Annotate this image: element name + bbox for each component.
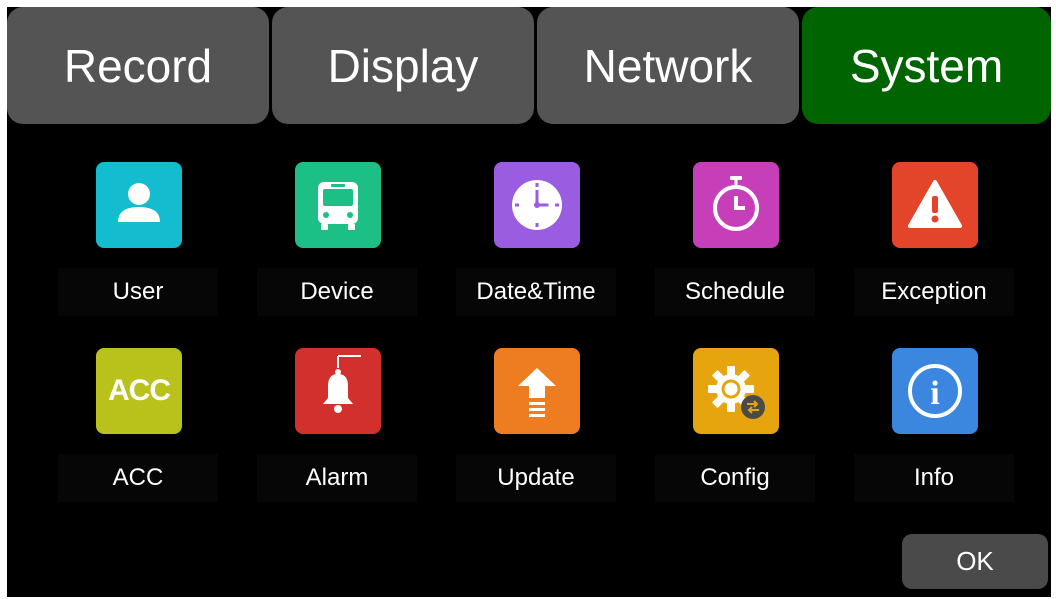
- tab-network-label: Network: [583, 39, 753, 92]
- info-icon-text: i: [930, 375, 939, 412]
- user-label: User: [58, 268, 218, 316]
- exception-label: Exception: [854, 268, 1014, 316]
- gear-icon: [693, 348, 779, 434]
- info-icon: i: [892, 348, 978, 434]
- alarm-item[interactable]: Alarm: [257, 348, 417, 502]
- system-menu-screen: Record Display Network System User Devic…: [7, 7, 1051, 597]
- datetime-item[interactable]: Date&Time: [456, 162, 616, 316]
- upload-arrow-icon: [494, 348, 580, 434]
- user-item[interactable]: User: [58, 162, 218, 316]
- stopwatch-icon: [693, 162, 779, 248]
- warning-icon: [892, 162, 978, 248]
- config-label: Config: [655, 454, 815, 502]
- ok-button-label: OK: [956, 546, 994, 576]
- acc-label: ACC: [58, 454, 218, 502]
- schedule-item[interactable]: Schedule: [655, 162, 815, 316]
- bus-icon: [295, 162, 381, 248]
- ok-button[interactable]: OK: [902, 534, 1048, 589]
- acc-icon: ACC: [96, 348, 182, 434]
- info-label: Info: [854, 454, 1014, 502]
- schedule-label: Schedule: [655, 268, 815, 316]
- info-item[interactable]: i Info: [854, 348, 1014, 502]
- user-icon: [96, 162, 182, 248]
- update-label: Update: [456, 454, 616, 502]
- acc-item[interactable]: ACC ACC: [58, 348, 218, 502]
- datetime-label: Date&Time: [456, 268, 616, 316]
- tab-system-label: System: [849, 39, 1004, 92]
- tab-display[interactable]: Display: [272, 7, 534, 124]
- tab-record[interactable]: Record: [7, 7, 269, 124]
- device-item[interactable]: Device: [257, 162, 417, 316]
- tab-system[interactable]: System: [802, 7, 1051, 124]
- tab-display-label: Display: [327, 39, 479, 92]
- config-item[interactable]: Config: [655, 348, 815, 502]
- bell-icon: [295, 348, 381, 434]
- device-label: Device: [257, 268, 417, 316]
- alarm-label: Alarm: [257, 454, 417, 502]
- update-item[interactable]: Update: [456, 348, 616, 502]
- acc-icon-text: ACC: [108, 374, 171, 407]
- clock-icon: [494, 162, 580, 248]
- tab-record-label: Record: [63, 39, 213, 92]
- tab-network[interactable]: Network: [537, 7, 799, 124]
- exception-item[interactable]: Exception: [854, 162, 1014, 316]
